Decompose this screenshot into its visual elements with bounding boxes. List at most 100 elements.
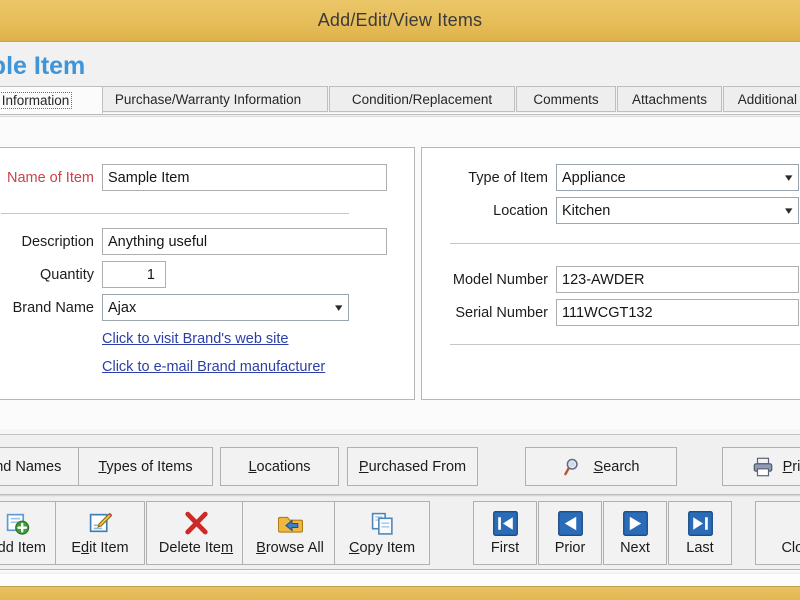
item-classification-panel: Type of Item Appliance ▾ Location Kitche… — [421, 147, 800, 400]
tab-purchase-warranty-information[interactable]: Purchase/Warranty Information — [88, 86, 328, 112]
field-brand-name: Brand Name Ajax ▾ — [0, 294, 414, 321]
edit-item-icon — [88, 511, 113, 537]
next-button[interactable]: Next — [603, 501, 667, 565]
tab-label: Additional Information — [737, 91, 800, 107]
tab-condition-replacement[interactable]: Condition/Replacement — [329, 86, 515, 112]
last-button[interactable]: Last — [668, 501, 732, 565]
field-serial-number: Serial Number 111WCGT132 — [422, 299, 800, 326]
field-type-of-item: Type of Item Appliance ▾ — [422, 164, 800, 191]
next-record-icon — [622, 511, 648, 537]
classification-divider — [450, 243, 800, 244]
tab-item-information[interactable]: Item Information — [0, 86, 103, 114]
tab-label: Item Information — [0, 91, 73, 109]
last-label: Last — [686, 539, 714, 556]
purchased-from-label: Purchased From — [358, 458, 467, 475]
field-name-of-item: Name of Item Sample Item — [0, 164, 414, 191]
prior-button[interactable]: Prior — [538, 501, 602, 565]
prior-record-icon — [557, 511, 583, 537]
quantity-label: Quantity — [40, 266, 94, 283]
content-top-divider — [0, 114, 800, 117]
browse-all-button[interactable]: Browse All — [242, 501, 338, 565]
field-quantity: Quantity 1 — [0, 261, 414, 288]
next-label: Next — [620, 539, 650, 556]
add-item-button[interactable]: Add Item — [0, 501, 62, 565]
identity-divider — [1, 213, 349, 214]
brand-name-label: Brand Name — [12, 299, 94, 316]
add-item-icon — [5, 511, 30, 537]
serial-number-label: Serial Number — [455, 304, 548, 321]
printer-icon — [752, 456, 774, 478]
name-of-item-label: Name of Item — [6, 169, 94, 186]
types-of-items-label: Types of Items — [98, 458, 193, 475]
status-bar — [0, 574, 800, 586]
brand-website-link[interactable]: Click to visit Brand's web site — [102, 331, 289, 347]
close-button[interactable]: Close — [755, 501, 800, 565]
tab-label: Purchase/Warranty Information — [114, 91, 302, 107]
location-dropdown[interactable]: Kitchen ▾ — [556, 197, 799, 224]
identifiers-divider — [450, 344, 800, 345]
search-icon — [563, 456, 585, 478]
copy-item-icon — [370, 511, 395, 537]
prior-label: Prior — [554, 539, 586, 556]
tab-content-panel: Name of Item Sample Item Description Any… — [0, 113, 800, 429]
last-record-icon — [687, 511, 713, 537]
search-button[interactable]: Search — [525, 447, 677, 486]
location-label: Location — [493, 202, 548, 219]
print-button[interactable]: Print — [722, 447, 800, 486]
model-number-input[interactable]: 123-AWDER — [556, 266, 799, 293]
serial-number-input[interactable]: 111WCGT132 — [556, 299, 799, 326]
edit-item-button[interactable]: Edit Item — [55, 501, 145, 565]
delete-item-label: Delete Item — [158, 539, 234, 556]
close-label: Close — [781, 539, 800, 556]
description-input[interactable]: Anything useful — [102, 228, 387, 255]
type-of-item-label: Type of Item — [468, 169, 548, 186]
field-location: Location Kitchen ▾ — [422, 197, 800, 224]
first-label: First — [490, 539, 520, 556]
edit-item-label: Edit Item — [71, 539, 129, 556]
purchased-from-button[interactable]: Purchased From — [347, 447, 478, 486]
brand-name-value: Ajax — [108, 299, 137, 316]
copy-item-button[interactable]: Copy Item — [334, 501, 430, 565]
type-of-item-value: Appliance — [562, 169, 626, 186]
location-value: Kitchen — [562, 202, 611, 219]
bottom-accent-bar — [0, 586, 800, 600]
field-model-number: Model Number 123-AWDER — [422, 266, 800, 293]
brand-name-dropdown[interactable]: Ajax ▾ — [102, 294, 349, 321]
chevron-down-icon: ▾ — [335, 302, 343, 314]
add-item-label: Add Item — [0, 539, 47, 556]
browse-all-label: Browse All — [256, 539, 324, 556]
tab-strip: Item Information Purchase/Warranty Inform… — [0, 86, 800, 114]
delete-item-icon — [184, 511, 209, 537]
tab-comments[interactable]: Comments — [516, 86, 616, 112]
brand-names-label: Brand Names — [0, 458, 62, 475]
delete-item-button[interactable]: Delete Item — [146, 501, 246, 565]
model-number-label: Model Number — [452, 271, 548, 288]
quantity-input[interactable]: 1 — [102, 261, 166, 288]
name-of-item-input[interactable]: Sample Item — [102, 164, 387, 191]
brand-names-button[interactable]: Brand Names — [0, 447, 90, 486]
tab-label: Comments — [533, 91, 599, 107]
record-header-band — [0, 43, 800, 86]
first-button[interactable]: First — [473, 501, 537, 565]
add-edit-view-items-window: Add/Edit/View Items Sample Item Item Inf… — [0, 0, 800, 600]
brand-email-link[interactable]: Click to e-mail Brand manufacturer — [102, 359, 325, 375]
locations-button[interactable]: Locations — [220, 447, 339, 486]
record-action-toolbar: Add Item Edit Item Delete Item Browse All Co… — [0, 497, 800, 569]
record-title: Sample Item — [0, 52, 86, 80]
locations-label: Locations — [248, 458, 311, 475]
type-of-item-dropdown[interactable]: Appliance ▾ — [556, 164, 799, 191]
tab-additional-information[interactable]: Additional Information — [723, 86, 800, 112]
first-record-icon — [492, 511, 518, 537]
tab-label: Attachments — [631, 91, 708, 107]
field-description: Description Anything useful — [0, 228, 414, 255]
tab-attachments[interactable]: Attachments — [617, 86, 722, 112]
chevron-down-icon: ▾ — [785, 172, 793, 184]
item-identity-panel: Name of Item Sample Item Description Any… — [0, 147, 415, 400]
lookup-toolbar: Brand Names Types of Items Locations Purcha… — [0, 434, 800, 497]
copy-item-label: Copy Item — [348, 539, 416, 556]
window-title: Add/Edit/View Items — [317, 10, 483, 30]
types-of-items-button[interactable]: Types of Items — [78, 447, 213, 486]
chevron-down-icon: ▾ — [785, 205, 793, 217]
tab-label: Condition/Replacement — [351, 91, 493, 107]
print-label: Print — [782, 458, 800, 475]
